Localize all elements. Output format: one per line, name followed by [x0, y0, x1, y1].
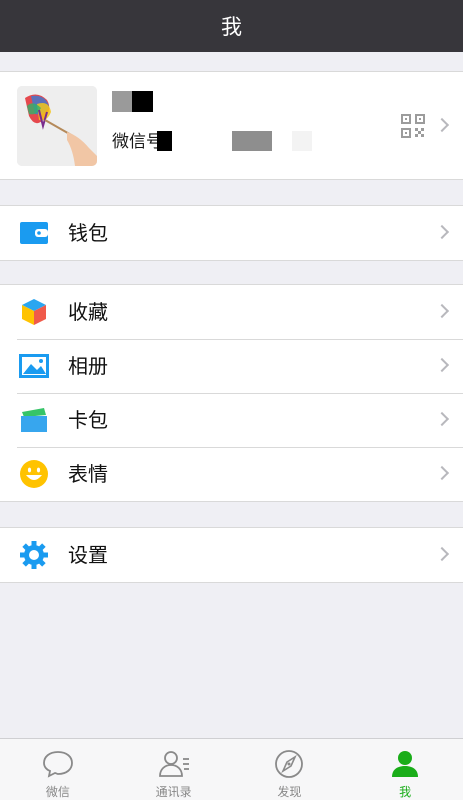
menu-item-label: 卡包 — [68, 408, 108, 432]
compass-icon — [275, 750, 304, 778]
album-icon — [19, 351, 49, 381]
main-section: 收藏 相册 卡包 表情 — [0, 284, 463, 502]
profile-card[interactable]: 微信号 — [0, 71, 463, 180]
chevron-right-icon — [434, 117, 450, 133]
menu-item-wallet[interactable]: 钱包 — [0, 206, 463, 260]
wechat-id-row: 微信号 — [112, 131, 163, 153]
chat-bubble-icon — [42, 751, 73, 778]
menu-item-stickers[interactable]: 表情 — [0, 447, 463, 501]
settings-section: 设置 — [0, 527, 463, 583]
contacts-icon — [158, 751, 189, 777]
chevron-right-icon — [434, 224, 450, 240]
menu-item-label: 相册 — [68, 354, 108, 378]
tab-label: 微信 — [45, 785, 70, 799]
wechat-id-label: 微信号 — [112, 132, 163, 152]
wallet-icon — [19, 218, 49, 248]
tab-label: 我 — [399, 785, 412, 799]
wechat-id-redacted-3 — [292, 131, 312, 151]
chevron-right-icon — [434, 465, 450, 481]
profile-name-redacted — [112, 91, 154, 112]
chevron-right-icon — [434, 411, 450, 427]
card-package-icon — [19, 405, 49, 435]
chevron-right-icon — [434, 546, 450, 562]
menu-item-album[interactable]: 相册 — [0, 339, 463, 393]
wechat-id-redacted-2 — [232, 131, 272, 151]
qr-code-icon[interactable] — [401, 114, 425, 138]
gear-icon — [19, 540, 49, 570]
wechat-id-redacted — [157, 131, 172, 151]
tab-me[interactable]: 我 — [347, 739, 463, 800]
menu-item-label: 钱包 — [68, 221, 108, 245]
menu-item-label: 收藏 — [68, 300, 108, 324]
tab-label: 通讯录 — [155, 785, 192, 799]
nav-bar: 我 — [0, 0, 463, 52]
chevron-right-icon — [434, 303, 450, 319]
chevron-right-icon — [434, 357, 450, 373]
person-icon — [392, 751, 419, 777]
menu-item-settings[interactable]: 设置 — [0, 528, 463, 582]
wallet-section: 钱包 — [0, 205, 463, 261]
tab-bar: 微信 通讯录 发现 我 — [0, 738, 463, 800]
tab-chats[interactable]: 微信 — [0, 739, 116, 800]
tab-contacts[interactable]: 通讯录 — [116, 739, 232, 800]
avatar[interactable] — [17, 86, 97, 166]
menu-item-label: 表情 — [68, 462, 108, 486]
tab-discover[interactable]: 发现 — [232, 739, 348, 800]
sticker-smile-icon — [19, 459, 49, 489]
menu-item-card-package[interactable]: 卡包 — [0, 393, 463, 447]
tab-label: 发现 — [277, 785, 302, 799]
page-title: 我 — [221, 15, 242, 39]
menu-item-favorites[interactable]: 收藏 — [0, 285, 463, 339]
menu-item-label: 设置 — [68, 543, 108, 567]
favorites-cube-icon — [19, 297, 49, 327]
